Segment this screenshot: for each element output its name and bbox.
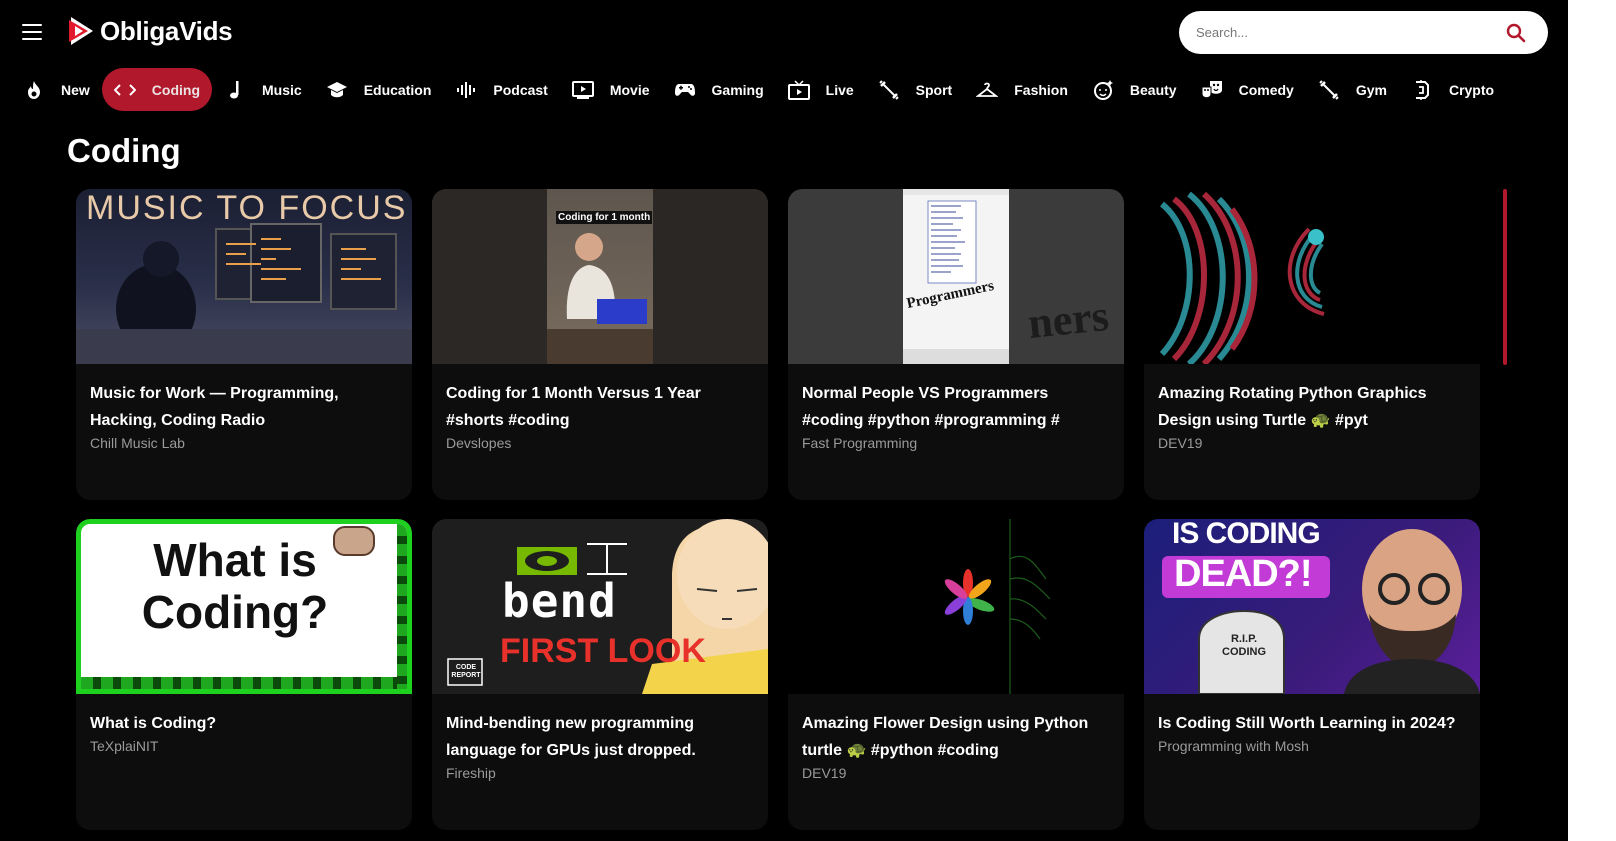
carousel-scrollbar[interactable] — [1503, 189, 1507, 365]
category-music[interactable]: Music — [212, 68, 314, 111]
category-coding[interactable]: Coding — [101, 68, 213, 111]
hanger-icon — [976, 79, 999, 101]
thumbnail-subtext: FIRST LOOK — [500, 632, 706, 670]
video-title[interactable]: Normal People VS Programmers #coding #py… — [802, 380, 1110, 434]
video-card[interactable]: bend FIRST LOOK CODE REPORT Mind-bending… — [432, 519, 768, 830]
face-sparkle-icon — [1092, 79, 1114, 101]
video-thumbnail[interactable]: Coding for 1 month — [432, 189, 768, 364]
category-bar: New Coding Music Education Podcast Movie — [11, 68, 1506, 111]
category-beauty[interactable]: Beauty — [1080, 68, 1189, 111]
gamepad-icon — [674, 79, 696, 101]
tv-icon — [787, 79, 810, 101]
music-note-icon — [224, 79, 246, 101]
channel-name[interactable]: Programming with Mosh — [1158, 737, 1466, 755]
video-title[interactable]: Amazing Flower Design using Python turtl… — [802, 710, 1110, 764]
category-podcast[interactable]: Podcast — [443, 68, 559, 111]
category-movie[interactable]: Movie — [560, 68, 662, 111]
channel-name[interactable]: Fireship — [446, 764, 754, 782]
thumbnail-subtext: DEAD?! — [1174, 553, 1313, 595]
category-live[interactable]: Live — [776, 68, 866, 111]
thumbnail-text: MUSIC TO FOCUS — [86, 189, 408, 227]
thumbnail-badge: R.I.P. CODING — [1222, 633, 1266, 658]
channel-name[interactable]: Devslopes — [446, 434, 754, 452]
video-thumbnail[interactable]: bend FIRST LOOK CODE REPORT — [432, 519, 768, 694]
category-fashion[interactable]: Fashion — [964, 68, 1080, 111]
section-title: Coding — [67, 132, 181, 169]
video-card[interactable]: Coding for 1 month Coding for 1 Month Ve… — [432, 189, 768, 500]
video-card[interactable]: What is Coding? What is Coding? TeXplaiN… — [76, 519, 412, 830]
video-title[interactable]: What is Coding? — [90, 710, 398, 737]
top-bar: ObligaVids — [0, 0, 1616, 66]
fire-icon — [23, 79, 45, 101]
code-icon — [113, 79, 136, 101]
graduation-cap-icon — [326, 79, 348, 101]
audio-wave-icon — [455, 79, 477, 101]
video-grid: MUSIC TO FOCUS Music for Work — Programm… — [76, 189, 1480, 830]
video-card[interactable]: Amazing Flower Design using Python turtl… — [788, 519, 1124, 830]
thumbnail-text: bend — [502, 574, 617, 628]
play-screen-icon — [571, 79, 594, 101]
category-crypto[interactable]: Crypto — [1399, 68, 1506, 111]
thumbnail-text: IS CODING — [1172, 519, 1321, 550]
video-thumbnail[interactable]: ners Programmers — [788, 189, 1124, 364]
menu-icon[interactable] — [22, 24, 42, 40]
search-box — [1179, 11, 1548, 54]
dumbbell-icon — [878, 79, 900, 101]
window-edge — [1568, 0, 1616, 841]
video-thumbnail[interactable]: MUSIC TO FOCUS — [76, 189, 412, 364]
video-title[interactable]: Music for Work — Programming, Hacking, C… — [90, 380, 398, 434]
crypto-icon — [1411, 79, 1433, 101]
video-title[interactable]: Mind-bending new programming language fo… — [446, 710, 754, 764]
channel-name[interactable]: DEV19 — [1158, 434, 1466, 452]
thumbnail-text: What is Coding? — [141, 534, 329, 638]
video-title[interactable]: Is Coding Still Worth Learning in 2024? — [1158, 710, 1466, 737]
dumbbell-icon — [1318, 79, 1340, 101]
logo[interactable]: ObligaVids — [66, 14, 233, 48]
video-card[interactable]: Amazing Rotating Python Graphics Design … — [1144, 189, 1480, 500]
channel-name[interactable]: DEV19 — [802, 764, 1110, 782]
video-card[interactable]: IS CODING DEAD?! R.I.P. CODING Is Coding… — [1144, 519, 1480, 830]
channel-name[interactable]: Fast Programming — [802, 434, 1110, 452]
search-icon[interactable] — [1505, 22, 1527, 44]
video-thumbnail[interactable] — [1144, 189, 1480, 364]
channel-name[interactable]: Chill Music Lab — [90, 434, 398, 452]
logo-play-icon — [69, 17, 93, 45]
category-gym[interactable]: Gym — [1306, 68, 1399, 111]
search-input[interactable] — [1196, 21, 1496, 43]
logo-text: ObligaVids — [100, 15, 233, 46]
masks-icon — [1201, 79, 1223, 101]
video-thumbnail[interactable] — [788, 519, 1124, 694]
video-card[interactable]: ners Programmers Normal People VS Progra… — [788, 189, 1124, 500]
video-thumbnail[interactable]: What is Coding? — [76, 519, 412, 694]
thumbnail-text: Coding for 1 month — [556, 211, 653, 224]
video-thumbnail[interactable]: IS CODING DEAD?! R.I.P. CODING — [1144, 519, 1480, 694]
category-sport[interactable]: Sport — [866, 68, 965, 111]
category-gaming[interactable]: Gaming — [662, 68, 776, 111]
category-new[interactable]: New — [11, 68, 102, 111]
category-comedy[interactable]: Comedy — [1189, 68, 1306, 111]
category-education[interactable]: Education — [314, 68, 444, 111]
channel-name[interactable]: TeXplaiNIT — [90, 737, 398, 755]
video-card[interactable]: MUSIC TO FOCUS Music for Work — Programm… — [76, 189, 412, 500]
video-title[interactable]: Coding for 1 Month Versus 1 Year #shorts… — [446, 380, 754, 434]
thumbnail-badge: CODE REPORT — [451, 664, 481, 679]
video-title[interactable]: Amazing Rotating Python Graphics Design … — [1158, 380, 1466, 434]
